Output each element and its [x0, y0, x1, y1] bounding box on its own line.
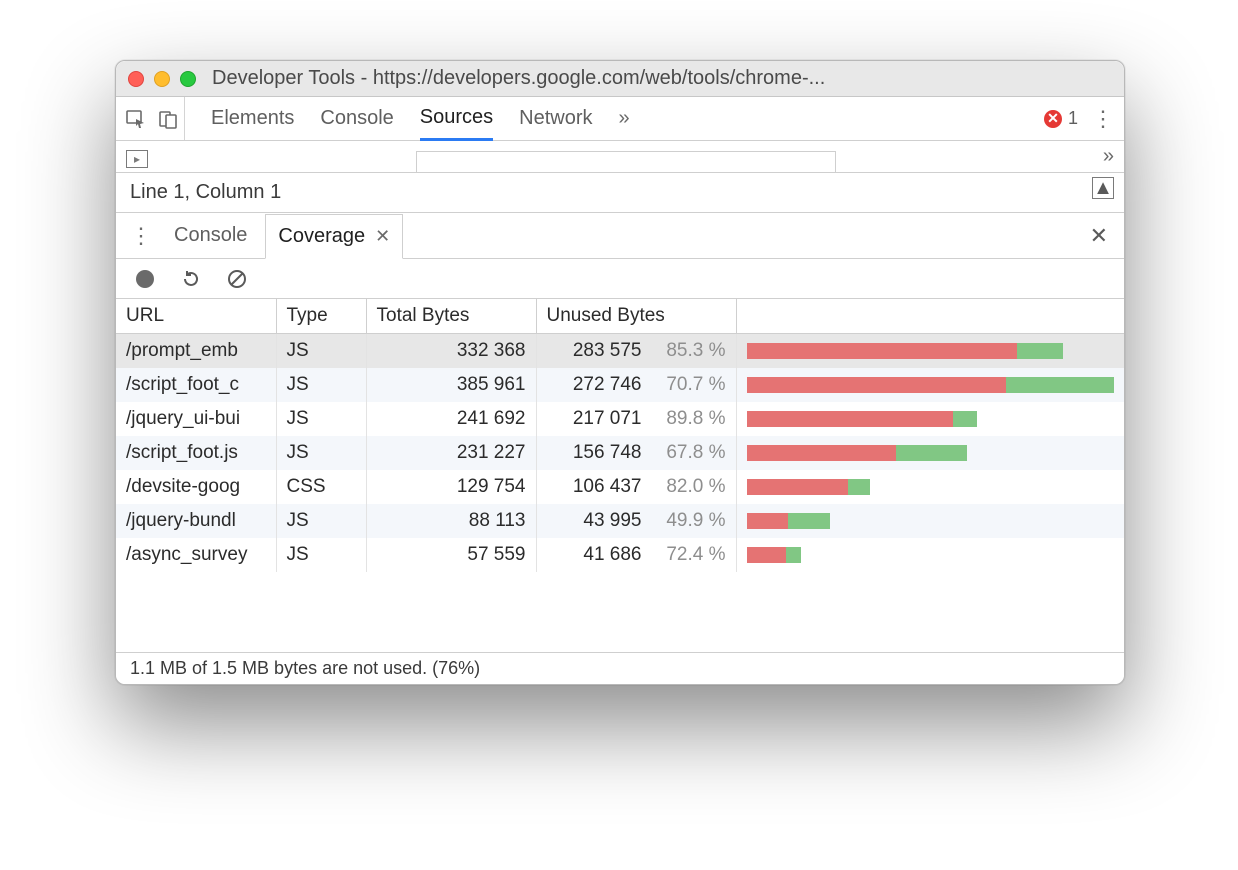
tab-network[interactable]: Network	[519, 97, 592, 140]
record-button[interactable]	[134, 268, 156, 290]
tab-elements[interactable]: Elements	[211, 97, 294, 140]
coverage-summary: 1.1 MB of 1.5 MB bytes are not used. (76…	[116, 652, 1124, 684]
table-row[interactable]: /prompt_embJS332 368283 57585.3 %	[116, 334, 1124, 369]
cell-usage-bar	[736, 470, 1124, 504]
cell-usage-bar	[736, 436, 1124, 470]
cell-url: /script_foot_c	[116, 368, 276, 402]
drawer-tab-coverage[interactable]: Coverage ✕	[265, 214, 403, 259]
table-row[interactable]: /script_foot_cJS385 961272 74670.7 %	[116, 368, 1124, 402]
clear-button[interactable]	[226, 268, 248, 290]
tab-console[interactable]: Console	[320, 97, 393, 140]
editor-tab-strip: ▸ »	[116, 141, 1124, 173]
col-total-bytes[interactable]: Total Bytes	[366, 299, 536, 334]
reload-button[interactable]	[180, 268, 202, 290]
cell-usage-bar	[736, 538, 1124, 572]
drawer-tab-console[interactable]: Console	[174, 213, 247, 258]
close-tab-icon[interactable]: ✕	[375, 226, 390, 247]
error-icon: ✕	[1044, 110, 1062, 128]
cell-url: /devsite-goog	[116, 470, 276, 504]
cell-unused-bytes: 272 74670.7 %	[536, 368, 736, 402]
cell-type: JS	[276, 368, 366, 402]
cell-total-bytes: 57 559	[366, 538, 536, 572]
cell-usage-bar	[736, 368, 1124, 402]
editor-tab[interactable]	[416, 151, 836, 173]
cell-unused-bytes: 217 07189.8 %	[536, 402, 736, 436]
collapse-drawer-icon[interactable]: ▲	[1092, 177, 1114, 199]
cell-unused-bytes: 41 68672.4 %	[536, 538, 736, 572]
cell-type: JS	[276, 334, 366, 369]
close-drawer-icon[interactable]: ✕	[1090, 223, 1114, 249]
cell-total-bytes: 385 961	[366, 368, 536, 402]
cell-usage-bar	[736, 504, 1124, 538]
col-type[interactable]: Type	[276, 299, 366, 334]
cell-type: JS	[276, 538, 366, 572]
minimize-window-button[interactable]	[154, 71, 170, 87]
tab-sources[interactable]: Sources	[420, 98, 493, 141]
cell-unused-bytes: 43 99549.9 %	[536, 504, 736, 538]
col-unused-bytes[interactable]: Unused Bytes	[536, 299, 736, 334]
cell-total-bytes: 129 754	[366, 470, 536, 504]
drawer-tab-coverage-label: Coverage	[278, 225, 365, 248]
coverage-toolbar	[116, 259, 1124, 299]
table-row[interactable]: /jquery-bundlJS88 11343 99549.9 %	[116, 504, 1124, 538]
navigator-toggle-icon[interactable]: ▸	[126, 150, 148, 168]
cell-type: JS	[276, 436, 366, 470]
zoom-window-button[interactable]	[180, 71, 196, 87]
error-count-badge[interactable]: ✕ 1	[1044, 108, 1078, 129]
coverage-table: URL Type Total Bytes Unused Bytes /promp…	[116, 299, 1124, 652]
record-icon	[136, 270, 154, 288]
cell-unused-bytes: 156 74867.8 %	[536, 436, 736, 470]
inspect-element-icon[interactable]	[126, 109, 146, 129]
main-menu-icon[interactable]: ⋮	[1092, 106, 1114, 132]
cell-url: /jquery-bundl	[116, 504, 276, 538]
coverage-summary-text: 1.1 MB of 1.5 MB bytes are not used. (76…	[130, 658, 480, 679]
devtools-window: Developer Tools - https://developers.goo…	[115, 60, 1125, 685]
more-tabs-icon[interactable]: »	[619, 107, 630, 130]
cell-type: CSS	[276, 470, 366, 504]
table-row[interactable]: /script_foot.jsJS231 227156 74867.8 %	[116, 436, 1124, 470]
editor-statusbar: Line 1, Column 1 ▲	[116, 173, 1124, 213]
cell-type: JS	[276, 402, 366, 436]
error-count: 1	[1068, 108, 1078, 129]
cell-total-bytes: 88 113	[366, 504, 536, 538]
window-controls	[128, 71, 196, 87]
table-row[interactable]: /devsite-googCSS129 754106 43782.0 %	[116, 470, 1124, 504]
cell-usage-bar	[736, 402, 1124, 436]
main-tabs: Elements Console Sources Network » ✕ 1 ⋮	[116, 97, 1124, 141]
drawer-menu-icon[interactable]: ⋮	[126, 223, 156, 249]
cell-type: JS	[276, 504, 366, 538]
cell-total-bytes: 241 692	[366, 402, 536, 436]
cell-url: /async_survey	[116, 538, 276, 572]
table-row[interactable]: /async_surveyJS57 55941 68672.4 %	[116, 538, 1124, 572]
more-editor-tabs-icon[interactable]: »	[1103, 145, 1114, 168]
cell-url: /prompt_emb	[116, 334, 276, 369]
cell-url: /script_foot.js	[116, 436, 276, 470]
titlebar: Developer Tools - https://developers.goo…	[116, 61, 1124, 97]
cell-usage-bar	[736, 334, 1124, 369]
cell-unused-bytes: 283 57585.3 %	[536, 334, 736, 369]
table-header-row: URL Type Total Bytes Unused Bytes	[116, 299, 1124, 334]
cell-total-bytes: 332 368	[366, 334, 536, 369]
window-title: Developer Tools - https://developers.goo…	[206, 67, 1112, 90]
cursor-position: Line 1, Column 1	[130, 181, 281, 204]
drawer-tabs: ⋮ Console Coverage ✕ ✕	[116, 213, 1124, 259]
col-visualization[interactable]	[736, 299, 1124, 334]
cell-total-bytes: 231 227	[366, 436, 536, 470]
cell-unused-bytes: 106 43782.0 %	[536, 470, 736, 504]
close-window-button[interactable]	[128, 71, 144, 87]
device-toolbar-icon[interactable]	[158, 109, 178, 129]
table-row[interactable]: /jquery_ui-buiJS241 692217 07189.8 %	[116, 402, 1124, 436]
col-url[interactable]: URL	[116, 299, 276, 334]
cell-url: /jquery_ui-bui	[116, 402, 276, 436]
